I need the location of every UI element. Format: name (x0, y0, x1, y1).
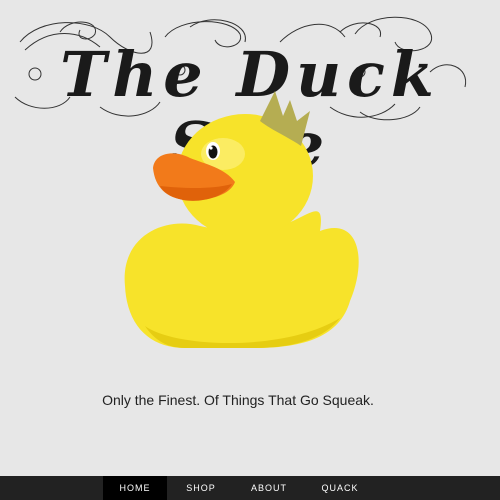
nav-item-about[interactable]: ABOUT (235, 476, 303, 500)
main-navigation: HOME SHOP ABOUT QUACK (0, 476, 500, 500)
nav-item-quack[interactable]: QUACK (303, 476, 377, 500)
rubber-duck-image (124, 91, 359, 348)
nav-item-shop[interactable]: SHOP (167, 476, 235, 500)
nav-item-home[interactable]: HOME (103, 476, 167, 500)
site-tagline: Only the Finest. Of Things That Go Squea… (102, 392, 374, 408)
page: The Duck Site Only the Finest. Of Things… (0, 0, 500, 500)
